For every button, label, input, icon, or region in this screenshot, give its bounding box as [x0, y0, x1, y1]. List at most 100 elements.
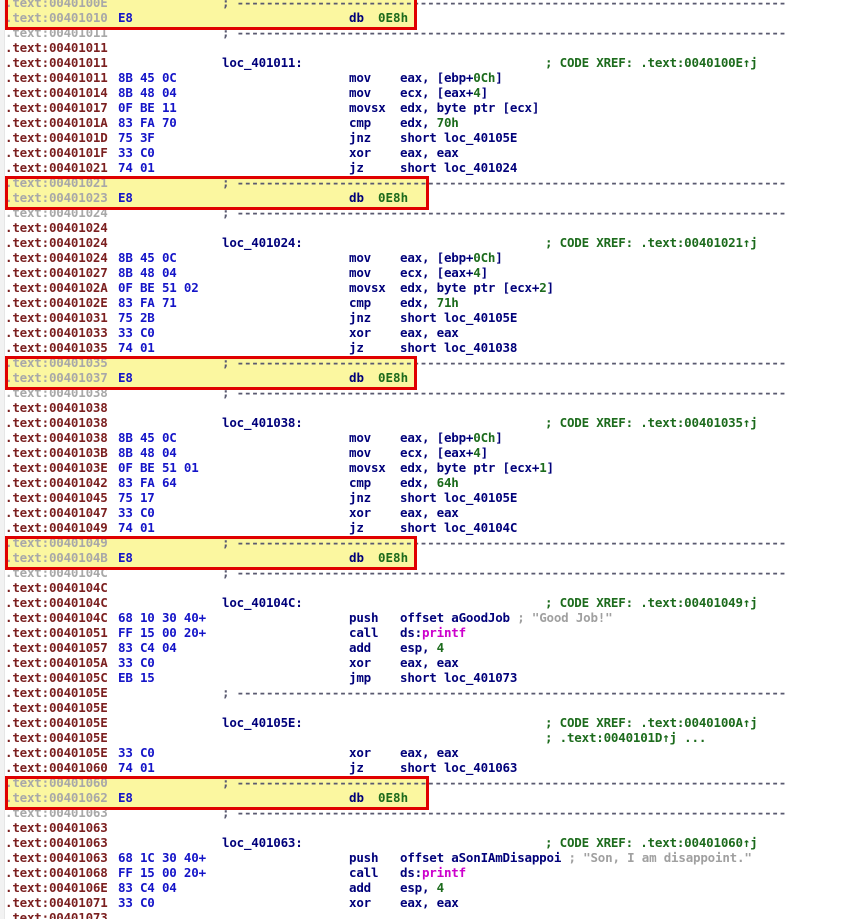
line-operands[interactable]: eax, eax	[400, 145, 459, 160]
disasm-line[interactable]: .text:00401063	[0, 820, 863, 835]
line-operands[interactable]: eax, [ebp+0Ch]	[400, 250, 503, 265]
disasm-line[interactable]: .text:0040101F 33 C0 xor eax, eax	[0, 145, 863, 160]
disasm-line[interactable]: .text:00401010 E8 db 0E8h	[0, 10, 863, 25]
disasm-line[interactable]: .text:00401073	[0, 910, 863, 919]
disasm-line[interactable]: .text:00401063 loc_401063: ; CODE XREF: .t…	[0, 835, 863, 850]
disasm-line[interactable]: .text:00401011	[0, 40, 863, 55]
line-operands[interactable]: edx, 64h	[400, 475, 459, 490]
disasm-line[interactable]: .text:00401042 83 FA 64 cmp edx, 64h	[0, 475, 863, 490]
disasm-line[interactable]: .text:00401038	[0, 400, 863, 415]
disasm-line[interactable]: .text:00401011 loc_401011: ; CODE XREF: .t…	[0, 55, 863, 70]
line-xref[interactable]: ; .text:0040101D↑j ...	[545, 730, 706, 745]
line-label[interactable]: loc_401024:	[222, 235, 303, 250]
line-operands[interactable]: short loc_40104C	[400, 520, 517, 535]
line-operands[interactable]: eax, [ebp+0Ch]	[400, 70, 503, 85]
line-operands[interactable]: eax, eax	[400, 655, 459, 670]
disasm-line[interactable]: .text:0040102E 83 FA 71 cmp edx, 71h	[0, 295, 863, 310]
line-operands[interactable]: 0E8h	[378, 370, 408, 385]
disasm-line[interactable]: .text:0040104C loc_40104C: ; CODE XREF: .t…	[0, 595, 863, 610]
disasm-line[interactable]: .text:0040104C ; ------------------------…	[0, 565, 863, 580]
line-operands[interactable]: edx, 70h	[400, 115, 459, 130]
disasm-line[interactable]: .text:0040105E loc_40105E: ; CODE XREF: .t…	[0, 715, 863, 730]
disasm-line[interactable]: .text:00401062 E8 db 0E8h	[0, 790, 863, 805]
line-xref[interactable]: ; CODE XREF: .text:00401060↑j	[545, 835, 758, 850]
disasm-line[interactable]: .text:00401024 loc_401024: ; CODE XREF: .t…	[0, 235, 863, 250]
line-operands[interactable]: short loc_40105E	[400, 310, 517, 325]
disasm-line[interactable]: .text:0040104C 68 10 30 40+ push offset aGo…	[0, 610, 863, 625]
line-operands[interactable]: ds:printf	[400, 625, 466, 640]
disasm-line[interactable]: .text:00401023 E8 db 0E8h	[0, 190, 863, 205]
disasm-line[interactable]: .text:0040101A 83 FA 70 cmp edx, 70h	[0, 115, 863, 130]
disasm-line[interactable]: .text:0040102A 0F BE 51 02 movsx edx, byte …	[0, 280, 863, 295]
line-operands[interactable]: 0E8h	[378, 10, 408, 25]
line-label[interactable]: loc_401011:	[222, 55, 303, 70]
disasm-line[interactable]: .text:00401049 ; ------------------------…	[0, 535, 863, 550]
line-xref[interactable]: ; CODE XREF: .text:0040100A↑j	[545, 715, 758, 730]
disasm-line[interactable]: .text:0040101D 75 3F jnz short loc_40105E	[0, 130, 863, 145]
disasm-line[interactable]: .text:00401060 74 01 jz short loc_401063	[0, 760, 863, 775]
disasm-line[interactable]: .text:00401024 8B 45 0C mov eax, [ebp+0Ch]	[0, 250, 863, 265]
disasm-line[interactable]: .text:00401011 8B 45 0C mov eax, [ebp+0Ch]	[0, 70, 863, 85]
line-operands[interactable]: ecx, [eax+4]	[400, 265, 488, 280]
disasm-line[interactable]: .text:00401045 75 17 jnz short loc_40105E	[0, 490, 863, 505]
disasm-line[interactable]: .text:00401068 FF 15 00 20+ call ds:printf	[0, 865, 863, 880]
disasm-line[interactable]: .text:00401035 ; ------------------------…	[0, 355, 863, 370]
line-operands[interactable]: eax, eax	[400, 895, 459, 910]
line-operands[interactable]: ecx, [eax+4]	[400, 85, 488, 100]
disasm-line[interactable]: .text:00401011 ; ------------------------…	[0, 25, 863, 40]
line-operands[interactable]: edx, byte ptr [ecx]	[400, 100, 539, 115]
line-xref[interactable]: ; CODE XREF: .text:0040100E↑j	[545, 55, 758, 70]
disasm-line[interactable]: .text:0040104C	[0, 580, 863, 595]
line-operands[interactable]: short loc_401038	[400, 340, 517, 355]
disasm-line[interactable]: .text:00401014 8B 48 04 mov ecx, [eax+4]	[0, 85, 863, 100]
line-operands[interactable]: offset aGoodJob ; "Good Job!"	[400, 610, 613, 625]
line-operands[interactable]: 0E8h	[378, 190, 408, 205]
disasm-line[interactable]: .text:0040105E ; .text:0040101D↑j ...	[0, 730, 863, 745]
disasm-line[interactable]: .text:0040105E 33 C0 xor eax, eax	[0, 745, 863, 760]
line-operands[interactable]: offset aSonIAmDisappoi ; "Son, I am disa…	[400, 850, 752, 865]
disasm-line[interactable]: .text:00401021 74 01 jz short loc_401024	[0, 160, 863, 175]
disasm-line[interactable]: .text:0040105E ; ------------------------…	[0, 685, 863, 700]
line-operands[interactable]: short loc_401073	[400, 670, 517, 685]
disasm-line[interactable]: .text:00401063 ; ------------------------…	[0, 805, 863, 820]
disasm-line[interactable]: .text:00401047 33 C0 xor eax, eax	[0, 505, 863, 520]
line-operands[interactable]: esp, 4	[400, 640, 444, 655]
line-label[interactable]: loc_401038:	[222, 415, 303, 430]
line-operands[interactable]: eax, eax	[400, 505, 459, 520]
line-operands[interactable]: eax, eax	[400, 745, 459, 760]
disasm-line[interactable]: .text:0040105C EB 15 jmp short loc_401073	[0, 670, 863, 685]
disasm-line[interactable]: .text:0040105E	[0, 700, 863, 715]
line-operands[interactable]: esp, 4	[400, 880, 444, 895]
line-xref[interactable]: ; CODE XREF: .text:00401035↑j	[545, 415, 758, 430]
disasm-line[interactable]: .text:00401027 8B 48 04 mov ecx, [eax+4]	[0, 265, 863, 280]
disasm-line[interactable]: .text:0040105A 33 C0 xor eax, eax	[0, 655, 863, 670]
disasm-line[interactable]: .text:00401021 ; ------------------------…	[0, 175, 863, 190]
disasm-line[interactable]: .text:00401031 75 2B jnz short loc_40105E	[0, 310, 863, 325]
line-operands[interactable]: edx, byte ptr [ecx+1]	[400, 460, 554, 475]
line-operands[interactable]: short loc_40105E	[400, 490, 517, 505]
disasm-line[interactable]: .text:00401038 ; ------------------------…	[0, 385, 863, 400]
disasm-line[interactable]: .text:00401024	[0, 220, 863, 235]
disasm-line[interactable]: .text:00401038 8B 45 0C mov eax, [ebp+0Ch]	[0, 430, 863, 445]
disasm-line[interactable]: .text:00401051 FF 15 00 20+ call ds:printf	[0, 625, 863, 640]
line-xref[interactable]: ; CODE XREF: .text:00401049↑j	[545, 595, 758, 610]
disasm-line[interactable]: .text:0040106E 83 C4 04 add esp, 4	[0, 880, 863, 895]
disasm-line[interactable]: .text:00401037 E8 db 0E8h	[0, 370, 863, 385]
disasm-line[interactable]: .text:0040100E ; ------------------------…	[0, 0, 863, 10]
line-operands[interactable]: short loc_401063	[400, 760, 517, 775]
disassembly-view[interactable]: .text:0040100E ; ------------------------…	[0, 0, 863, 919]
disasm-line[interactable]: .text:00401038 loc_401038: ; CODE XREF: .t…	[0, 415, 863, 430]
disasm-line[interactable]: .text:00401024 ; ------------------------…	[0, 205, 863, 220]
disasm-line[interactable]: .text:0040104B E8 db 0E8h	[0, 550, 863, 565]
disasm-line[interactable]: .text:00401063 68 1C 30 40+ push offset aSo…	[0, 850, 863, 865]
disasm-line[interactable]: .text:00401017 0F BE 11 movsx edx, byte ptr…	[0, 100, 863, 115]
line-operands[interactable]: short loc_40105E	[400, 130, 517, 145]
disasm-line[interactable]: .text:0040103B 8B 48 04 mov ecx, [eax+4]	[0, 445, 863, 460]
disasm-line[interactable]: .text:00401060 ; ------------------------…	[0, 775, 863, 790]
line-operands[interactable]: edx, 71h	[400, 295, 459, 310]
line-operands[interactable]: ecx, [eax+4]	[400, 445, 488, 460]
disasm-line[interactable]: .text:00401057 83 C4 04 add esp, 4	[0, 640, 863, 655]
disasm-line[interactable]: .text:0040103E 0F BE 51 01 movsx edx, byte …	[0, 460, 863, 475]
disasm-line[interactable]: .text:00401049 74 01 jz short loc_40104C	[0, 520, 863, 535]
line-label[interactable]: loc_40105E:	[222, 715, 303, 730]
